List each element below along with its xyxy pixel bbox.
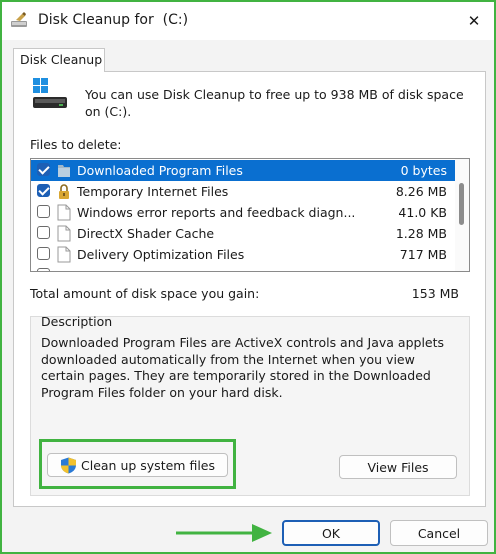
file-size: 1.28 MB: [395, 226, 447, 241]
uac-shield-icon: [61, 457, 76, 473]
file-row-temporary-internet-files[interactable]: Temporary Internet Files 8.26 MB: [31, 181, 455, 202]
folder-icon: [58, 165, 70, 177]
close-icon: ✕: [467, 12, 481, 30]
checkbox-partial[interactable]: [37, 268, 50, 271]
checkbox-downloaded-program-files[interactable]: [37, 163, 50, 176]
file-name: Delivery Optimization Files: [77, 247, 245, 262]
intro-text: You can use Disk Cleanup to free up to 9…: [85, 87, 464, 119]
ok-button[interactable]: OK: [282, 520, 380, 546]
view-files-button[interactable]: View Files: [339, 455, 457, 479]
total-space-value: 153 MB: [411, 286, 459, 301]
description-label: Description: [41, 314, 113, 329]
cancel-button[interactable]: Cancel: [390, 520, 488, 546]
green-arrow-icon: [176, 524, 272, 542]
description-text: Downloaded Program Files are ActiveX con…: [41, 335, 445, 400]
file-icon: [57, 225, 71, 242]
scrollbar-thumb[interactable]: [459, 183, 464, 225]
file-size: 8.26 MB: [395, 184, 447, 199]
clean-up-system-files-button[interactable]: Clean up system files: [47, 453, 228, 477]
clean-up-system-files-label: Clean up system files: [81, 457, 215, 473]
checkbox-directx-shader-cache[interactable]: [37, 226, 50, 239]
checkbox-delivery-optimization-files[interactable]: [37, 247, 50, 260]
file-row-partial: [31, 265, 455, 271]
files-to-delete-label: Files to delete:: [30, 137, 122, 152]
file-size: 41.0 KB: [398, 205, 447, 220]
title-bar[interactable]: Disk Cleanup for (C:) ✕: [2, 2, 494, 40]
disk-cleanup-icon: [11, 12, 27, 27]
file-name: Windows error reports and feedback diagn…: [77, 205, 356, 220]
file-name: Temporary Internet Files: [77, 184, 229, 199]
file-name: DirectX Shader Cache: [77, 226, 215, 241]
file-row-downloaded-program-files[interactable]: Downloaded Program Files 0 bytes: [31, 160, 455, 181]
file-list-scrollbar[interactable]: [455, 159, 469, 271]
file-row-windows-error-reports[interactable]: Windows error reports and feedback diagn…: [31, 202, 455, 223]
lock-icon: [59, 184, 69, 199]
file-name: Downloaded Program Files: [77, 163, 243, 178]
close-button[interactable]: ✕: [460, 8, 488, 34]
tab-disk-cleanup[interactable]: Disk Cleanup: [13, 48, 105, 72]
file-size: 717 MB: [399, 247, 447, 262]
checkbox-temporary-internet-files[interactable]: [37, 184, 50, 197]
window-title: Disk Cleanup for (C:): [38, 12, 189, 28]
file-row-directx-shader-cache[interactable]: DirectX Shader Cache 1.28 MB: [31, 223, 455, 244]
file-icon: [57, 204, 71, 221]
file-size: 0 bytes: [400, 163, 447, 178]
file-row-delivery-optimization-files[interactable]: Delivery Optimization Files 717 MB: [31, 244, 455, 265]
total-space-label: Total amount of disk space you gain:: [30, 286, 260, 301]
file-icon: [57, 246, 71, 263]
checkbox-windows-error-reports[interactable]: [37, 205, 50, 218]
disk-cleanup-dialog: Disk Cleanup for (C:) ✕ Disk Cleanup You…: [0, 0, 496, 554]
disk-cleanup-panel: You can use Disk Cleanup to free up to 9…: [13, 71, 486, 507]
files-to-delete-list[interactable]: Downloaded Program Files 0 bytes Tempora…: [30, 158, 470, 272]
drive-icon: [33, 78, 67, 108]
